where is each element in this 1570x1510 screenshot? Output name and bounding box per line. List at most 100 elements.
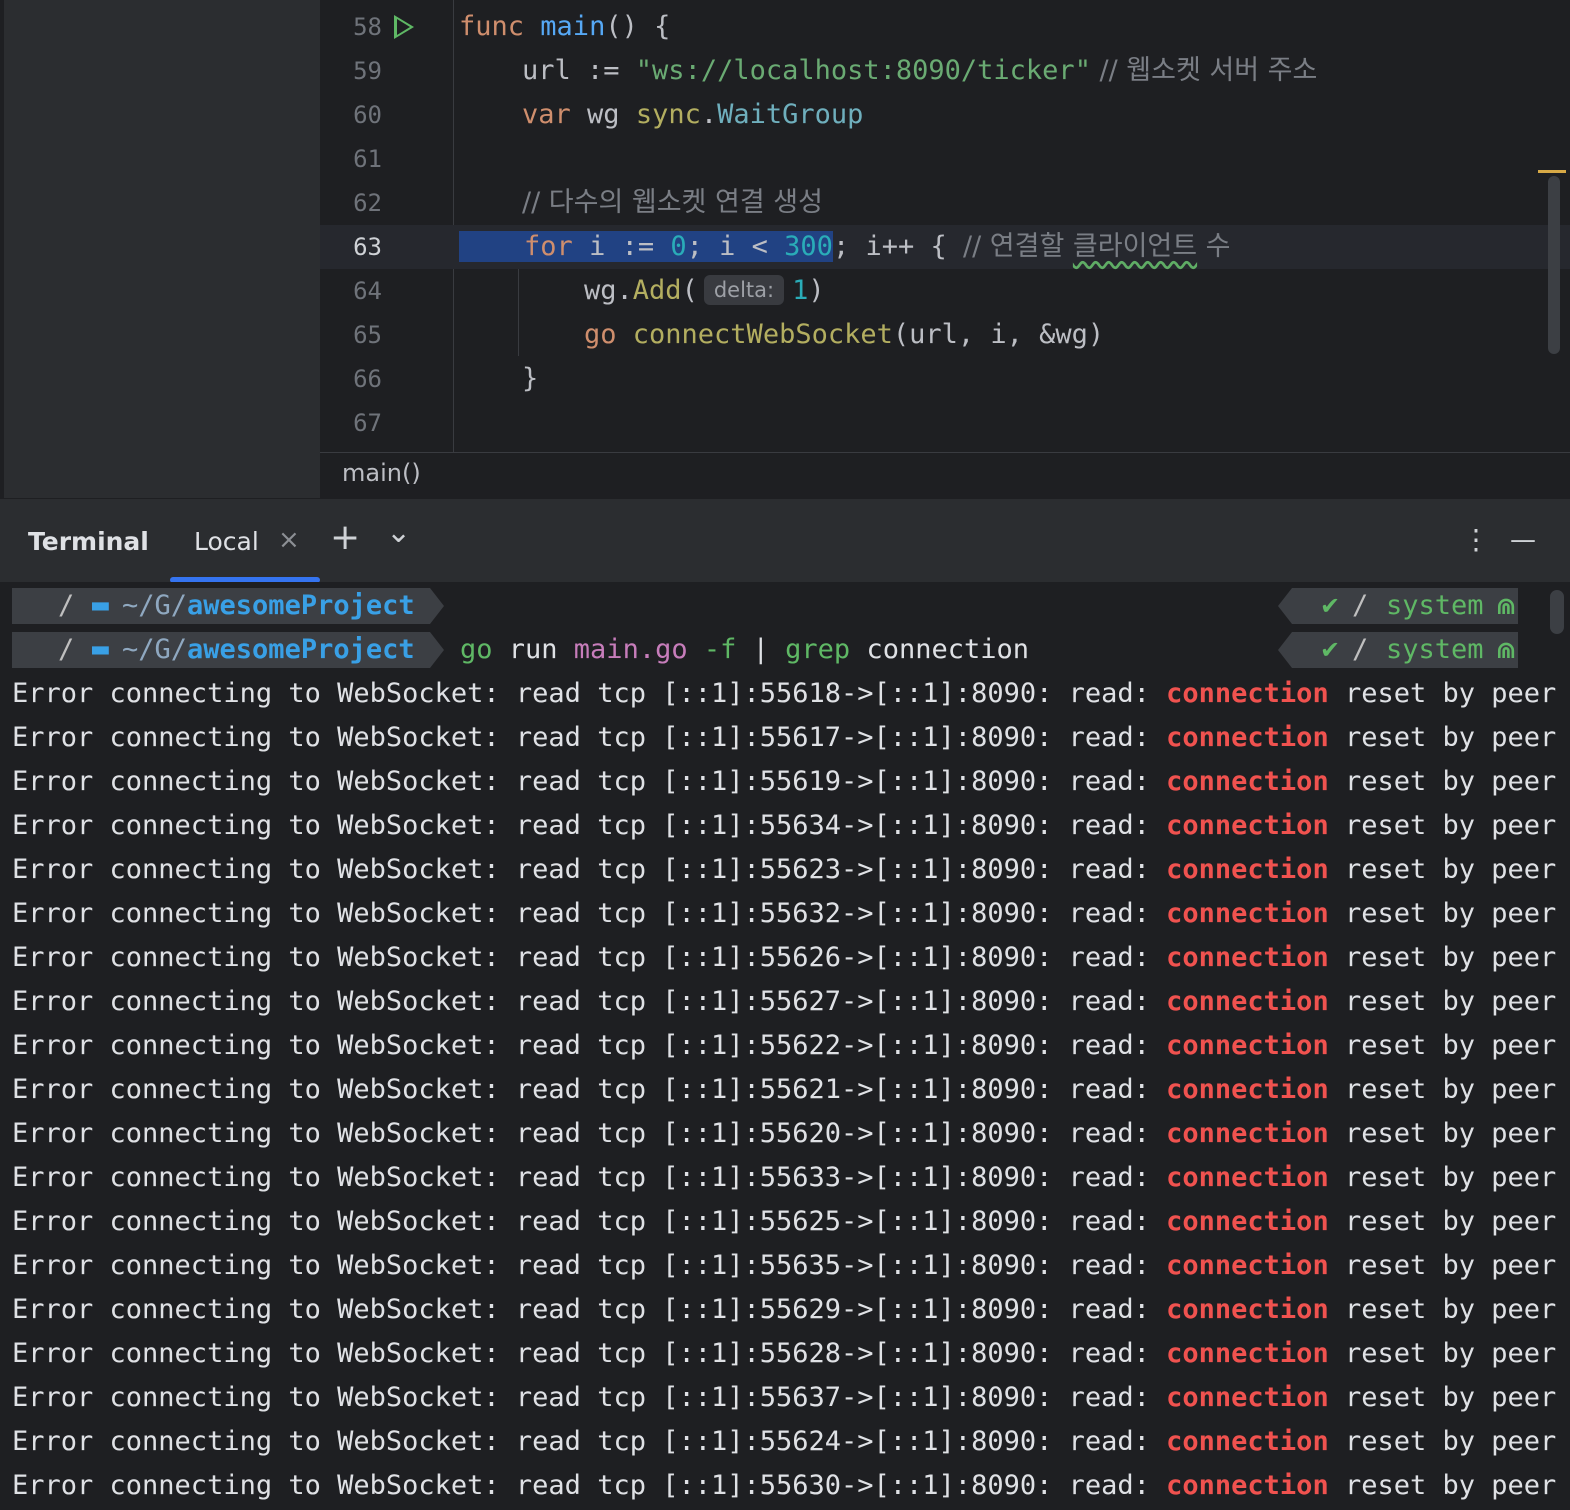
- more-options-icon[interactable]: ⋮: [1462, 523, 1490, 556]
- cmd-file: main.go: [573, 634, 688, 665]
- output-text: Error connecting to WebSocket: read tcp …: [12, 1250, 1167, 1281]
- status-segment: ✔ / system ⋒: [1278, 632, 1518, 668]
- grep-match: connection: [1166, 766, 1329, 797]
- spelling-warning[interactable]: 클라이언트: [1073, 231, 1197, 262]
- text-selection: for i := 0; i < 300: [459, 231, 833, 262]
- string-literal: "ws://localhost:8090/ticker": [635, 55, 1091, 86]
- terminal-title: Terminal: [28, 527, 149, 556]
- comment: 수: [1197, 231, 1231, 262]
- code-line-66[interactable]: 66 }: [320, 357, 1570, 401]
- grep-match: connection: [1166, 678, 1329, 709]
- output-text: reset by peer: [1328, 942, 1557, 973]
- code-line-58[interactable]: 58 func main() {: [320, 5, 1570, 49]
- path-prefix: ~/G/: [122, 590, 188, 621]
- cmd-arg: connection: [850, 634, 1029, 665]
- output-text: Error connecting to WebSocket: read tcp …: [12, 854, 1167, 885]
- separator: /: [58, 634, 75, 665]
- output-text: Error connecting to WebSocket: read tcp …: [12, 942, 1167, 973]
- code-text: (: [681, 275, 698, 306]
- code-line-59[interactable]: 59 url := "ws://localhost:8090/ticker" /…: [320, 49, 1570, 93]
- grep-match: connection: [1166, 1426, 1329, 1457]
- terminal-header: Terminal Local × + ⌄ ⋮ —: [0, 498, 1570, 583]
- output-line: Error connecting to WebSocket: read tcp …: [12, 1376, 1556, 1420]
- grep-match: connection: [1166, 1118, 1329, 1149]
- line-number: 65: [353, 321, 382, 349]
- close-icon[interactable]: ×: [278, 525, 300, 555]
- output-line: Error connecting to WebSocket: read tcp …: [12, 1068, 1556, 1112]
- prompt-line: / ▬ ~/G/awesomeProject go run main.go -f…: [12, 632, 1562, 668]
- output-text: reset by peer: [1328, 810, 1557, 841]
- run-icon[interactable]: [394, 15, 414, 39]
- code-text: ): [808, 275, 825, 306]
- env-label: system: [1386, 634, 1484, 665]
- output-text: Error connecting to WebSocket: read tcp …: [12, 1162, 1167, 1193]
- breadcrumb[interactable]: main(): [342, 459, 421, 487]
- line-number: 58: [353, 13, 382, 41]
- project-panel: [0, 0, 320, 498]
- output-text: Error connecting to WebSocket: read tcp …: [12, 810, 1167, 841]
- code-line-67[interactable]: 67: [320, 401, 1570, 445]
- plus-icon[interactable]: +: [330, 517, 360, 558]
- output-text: reset by peer: [1328, 854, 1557, 885]
- number-literal: 1: [792, 275, 809, 306]
- method-name: Add: [632, 275, 682, 306]
- tab-local[interactable]: Local ×: [170, 513, 320, 583]
- terminal-output[interactable]: / ▬ ~/G/awesomeProject ✔ / system ⋒ / ▬ …: [4, 582, 1570, 1510]
- output-text: reset by peer: [1328, 1162, 1557, 1193]
- separator: /: [1352, 590, 1369, 621]
- output-line: Error connecting to WebSocket: read tcp …: [12, 1200, 1556, 1244]
- line-number: 60: [353, 101, 382, 129]
- line-number: 64: [353, 277, 382, 305]
- line-number: 63: [353, 233, 382, 261]
- cmd-pipe: |: [736, 634, 786, 665]
- code-text: wg: [570, 99, 636, 130]
- output-text: Error connecting to WebSocket: read tcp …: [12, 1426, 1167, 1457]
- status-segment: ✔ / system ⋒: [1278, 588, 1518, 624]
- code-text: }: [522, 363, 539, 394]
- prompt-line: / ▬ ~/G/awesomeProject ✔ / system ⋒: [12, 588, 1562, 624]
- tab-label: Local: [194, 527, 259, 556]
- output-line: Error connecting to WebSocket: read tcp …: [12, 936, 1556, 980]
- grep-match: connection: [1166, 1294, 1329, 1325]
- code-editor[interactable]: 58 func main() { 59 url := "ws://localho…: [320, 0, 1570, 452]
- output-line: Error connecting to WebSocket: read tcp …: [12, 1420, 1556, 1464]
- code-text: () {: [605, 11, 671, 42]
- output-text: Error connecting to WebSocket: read tcp …: [12, 898, 1167, 929]
- output-text: reset by peer: [1328, 1426, 1557, 1457]
- output-text: reset by peer: [1328, 1074, 1557, 1105]
- output-text: Error connecting to WebSocket: read tcp …: [12, 1118, 1167, 1149]
- output-text: reset by peer: [1328, 1294, 1557, 1325]
- keyword: var: [522, 99, 571, 130]
- output-line: Error connecting to WebSocket: read tcp …: [12, 892, 1556, 936]
- minimize-icon[interactable]: —: [1510, 525, 1536, 555]
- output-text: reset by peer: [1328, 1250, 1557, 1281]
- output-text: reset by peer: [1328, 1118, 1557, 1149]
- code-line-61[interactable]: 61: [320, 137, 1570, 181]
- grep-match: connection: [1166, 898, 1329, 929]
- output-text: Error connecting to WebSocket: read tcp …: [12, 1030, 1167, 1061]
- path-dir: awesomeProject: [187, 634, 415, 665]
- code-text: .: [700, 99, 718, 130]
- editor-scrollbar[interactable]: [1548, 176, 1560, 354]
- code-line-64[interactable]: 64 wg.Add(delta: 1): [320, 269, 1570, 313]
- output-text: Error connecting to WebSocket: read tcp …: [12, 1382, 1167, 1413]
- grep-match: connection: [1166, 1074, 1329, 1105]
- cmd-go: go: [460, 634, 493, 665]
- warning-marker[interactable]: [1538, 170, 1566, 173]
- env-icon: ⋒: [1496, 636, 1517, 664]
- path-dir: awesomeProject: [187, 590, 415, 621]
- folder-icon: ▬: [90, 637, 111, 662]
- code-line-60[interactable]: 60 var wg sync.WaitGroup: [320, 93, 1570, 137]
- prompt-segment: / ▬ ~/G/awesomeProject: [12, 632, 444, 668]
- code-line-65[interactable]: 65 go connectWebSocket(url, i, &wg): [320, 313, 1570, 357]
- output-text: reset by peer: [1328, 1382, 1557, 1413]
- output-text: Error connecting to WebSocket: read tcp …: [12, 722, 1167, 753]
- output-text: reset by peer: [1328, 722, 1557, 753]
- cmd-grep: grep: [785, 634, 851, 665]
- number-literal: 0: [670, 231, 687, 262]
- comment: // 연결할: [963, 231, 1073, 262]
- comment: // 다수의 웹소켓 연결 생성: [522, 187, 823, 218]
- chevron-down-icon[interactable]: ⌄: [386, 515, 411, 550]
- code-line-62[interactable]: 62 // 다수의 웹소켓 연결 생성: [320, 181, 1570, 225]
- code-line-63[interactable]: 63 for i := 0; i < 300; i++ { // 연결할 클라이…: [320, 225, 1570, 269]
